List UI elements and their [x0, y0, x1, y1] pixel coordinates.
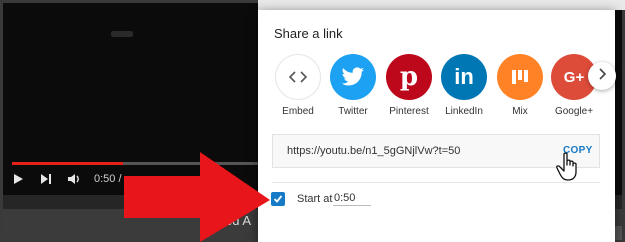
start-at-time-input[interactable]: [333, 190, 371, 206]
mix-logo-icon: [497, 54, 543, 100]
share-title: Share a link: [274, 26, 343, 41]
red-arrow-annotation: [124, 152, 270, 242]
share-url-box[interactable]: https://youtu.be/n1_5gGNjlVw?t=50 COPY: [272, 134, 600, 168]
volume-icon[interactable]: [66, 171, 82, 187]
divider: [272, 182, 600, 183]
pinterest-p-icon: p: [386, 54, 432, 100]
share-next-button[interactable]: [588, 62, 616, 90]
share-url[interactable]: https://youtu.be/n1_5gGNjlVw?t=50: [287, 145, 460, 157]
share-googleplus-label: Google+: [554, 106, 594, 117]
linkedin-in-icon: in: [441, 54, 487, 100]
play-icon[interactable]: [10, 171, 26, 187]
share-dialog: Share a link Embed Twitter p Pinterest i…: [258, 10, 616, 242]
start-at-label: Start at: [297, 193, 333, 205]
video-progress-fill: [12, 162, 123, 165]
page-background-strip: [258, 0, 625, 10]
hand-pointer-icon: [556, 152, 577, 181]
twitter-bird-icon: [330, 54, 376, 100]
player-content-fragment: [111, 31, 133, 37]
chevron-right-icon: [597, 67, 607, 85]
embed-code-icon: [275, 54, 321, 100]
next-video-icon[interactable]: [38, 171, 54, 187]
